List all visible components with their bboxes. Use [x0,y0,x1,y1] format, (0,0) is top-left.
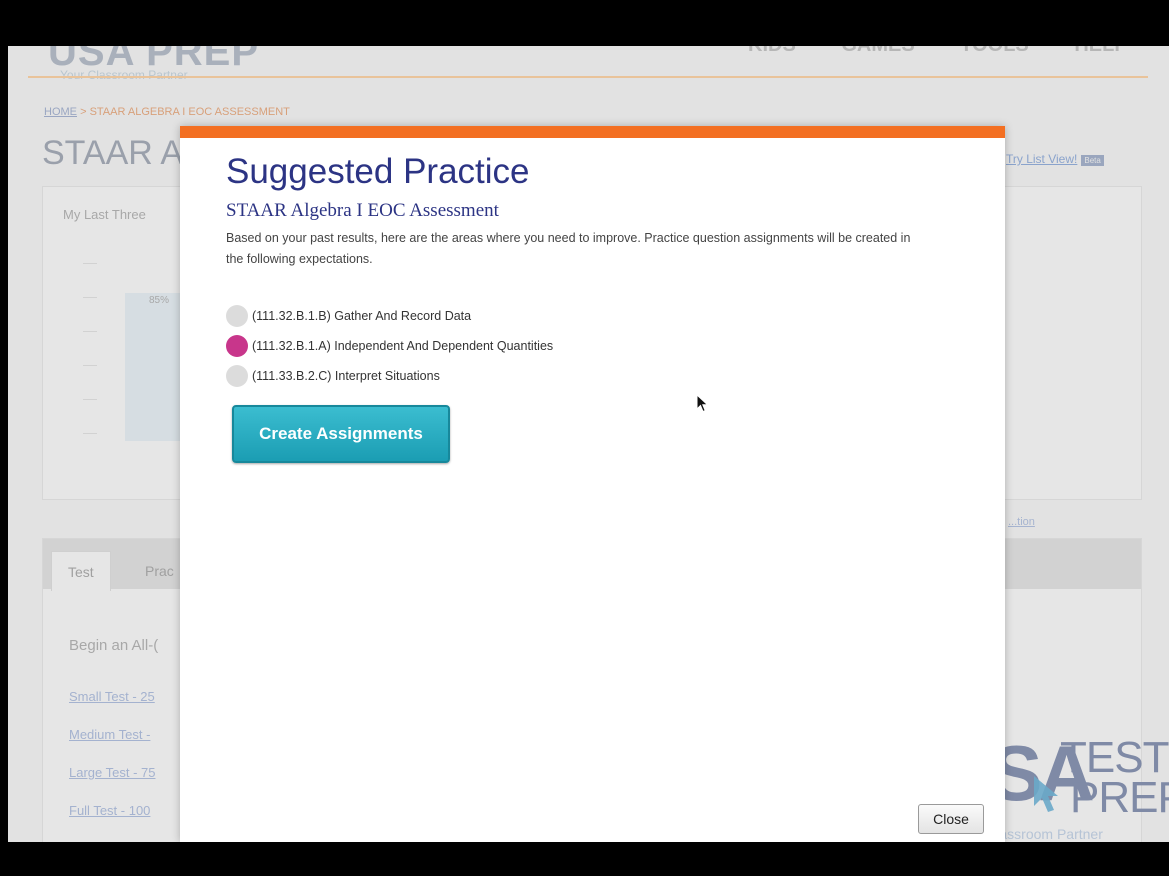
beta-badge: Beta [1081,155,1104,166]
watermark-prep: PREP [1070,773,1169,822]
chart-tick [83,365,97,366]
mouse-cursor-icon [696,394,709,413]
try-list-view-label: Try List View! [1006,152,1078,166]
last-three-label: My Last Three [63,207,146,222]
score-bar [125,293,185,441]
background-link: ...tion [1008,516,1035,528]
breadcrumb-home: HOME [44,106,77,118]
dialog-subtitle: STAAR Algebra I EOC Assessment [226,200,499,221]
suggested-practice-dialog: Suggested Practice STAAR Algebra I EOC A… [180,126,1005,842]
chart-tick [83,399,97,400]
chart-tick [83,263,97,264]
cursor-logo-icon [1034,776,1058,812]
video-frame: USA PREP Your Classroom Partner KIDS GAM… [0,0,1169,876]
expectation-list: (111.32.B.1.B) Gather And Record Data (1… [226,301,553,391]
top-nav: KIDS GAMES TOOLS HELP [748,46,1128,57]
chart-tick [83,433,97,434]
large-test-link: Large Test - 75 [69,765,156,780]
logo-tagline: Your Classroom Partner [60,68,188,82]
breadcrumb-current: STAAR ALGEBRA I EOC ASSESSMENT [89,106,290,118]
dialog-title: Suggested Practice [226,152,530,191]
dialog-description: Based on your past results, here are the… [226,231,911,266]
expectation-item[interactable]: (111.33.B.2.C) Interpret Situations [226,361,553,391]
try-list-view-link: Try List View! Beta [1006,152,1104,166]
letterbox-top [0,0,1169,46]
header-divider [28,76,1148,78]
letterbox-bottom [0,842,1169,876]
expectation-item[interactable]: (111.32.B.1.A) Independent And Dependent… [226,331,553,361]
breadcrumb: HOME > STAAR ALGEBRA I EOC ASSESSMENT [44,106,290,118]
create-assignments-button[interactable]: Create Assignments [232,405,450,463]
chart-tick [83,331,97,332]
breadcrumb-separator: > [80,106,87,118]
expectation-item[interactable]: (111.32.B.1.B) Gather And Record Data [226,301,553,331]
close-button[interactable]: Close [918,804,984,834]
tab-test: Test [51,551,111,591]
expectation-toggle-1[interactable] [226,305,248,327]
begin-text: Begin an All-( [69,637,159,654]
expectation-label-3: (111.33.B.2.C) Interpret Situations [252,369,440,383]
expectation-label-1: (111.32.B.1.B) Gather And Record Data [252,309,472,323]
medium-test-link: Medium Test - [69,727,151,742]
score-bar-label: 85% [149,295,170,306]
expectation-label-2: (111.32.B.1.A) Independent And Dependent… [252,339,554,353]
chart-tick [83,297,97,298]
page-title: STAAR A [42,134,184,172]
full-test-link: Full Test - 100 [69,803,151,818]
expectation-toggle-3[interactable] [226,365,248,387]
small-test-link: Small Test - 25 [69,689,155,704]
expectation-toggle-2[interactable] [226,335,248,357]
